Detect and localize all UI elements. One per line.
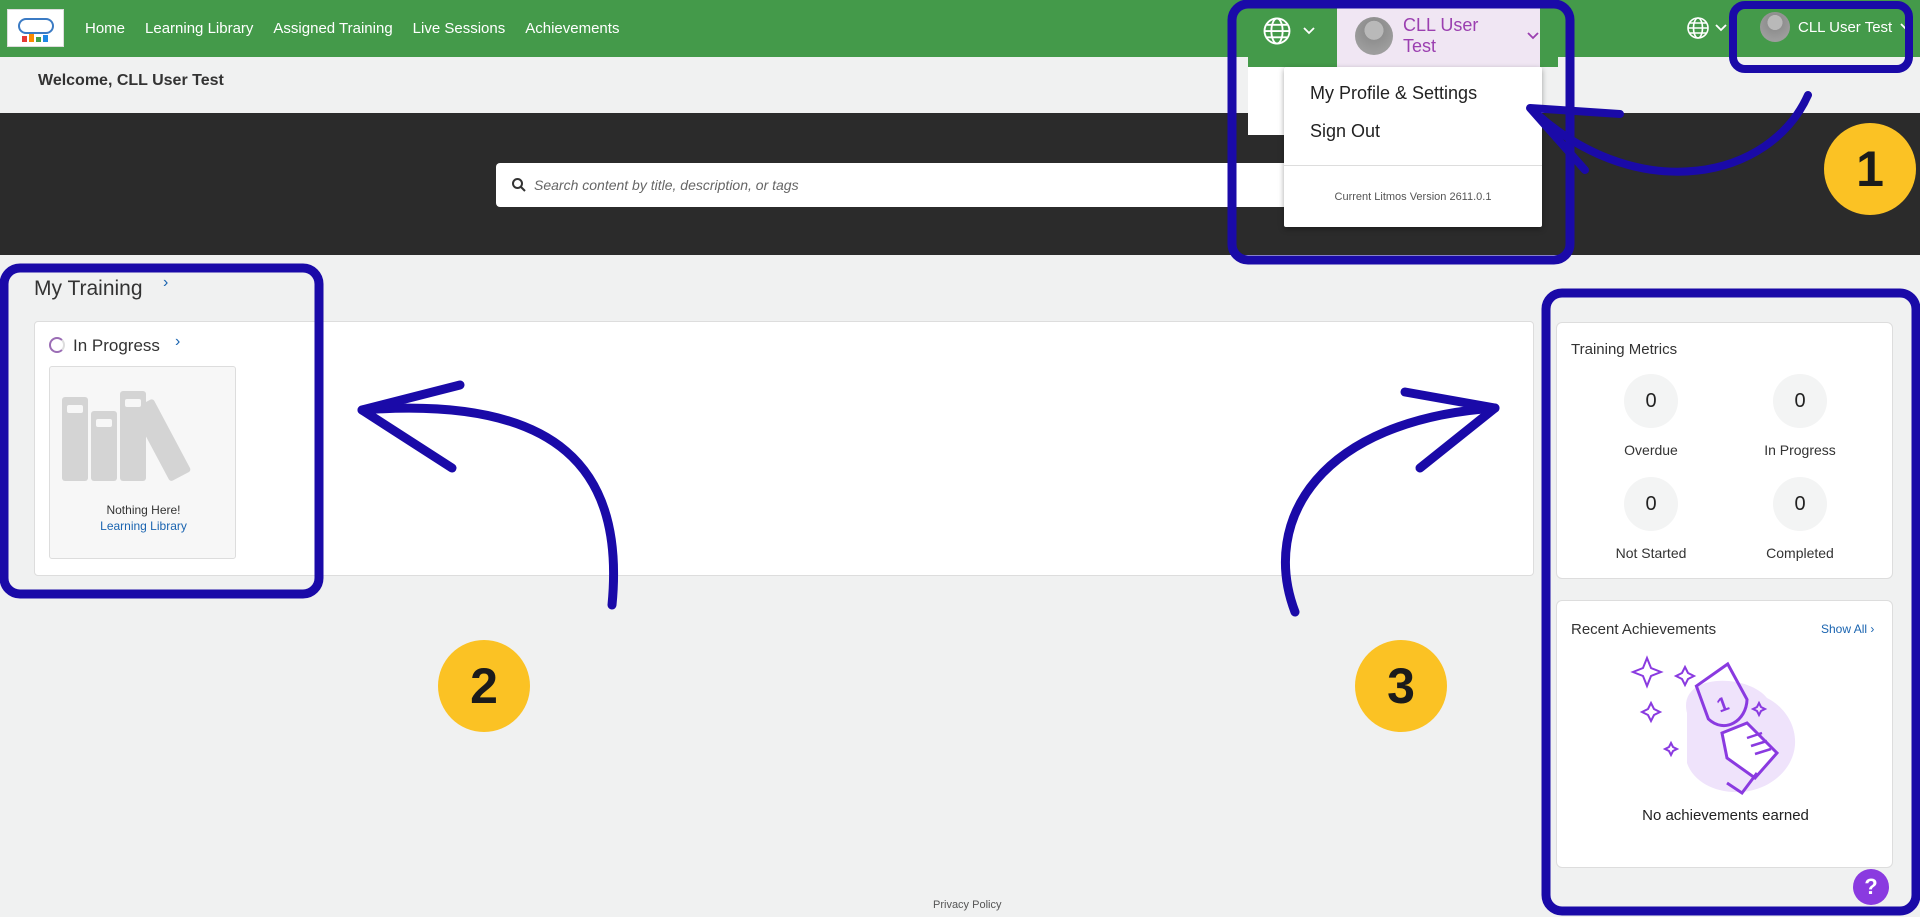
user-name: CLL User Test — [1798, 18, 1893, 36]
logo-bars — [22, 34, 52, 42]
globe-icon — [1687, 17, 1709, 39]
menu-item-profile-settings[interactable]: My Profile & Settings — [1310, 83, 1477, 104]
metric-label: In Progress — [1764, 442, 1836, 458]
globe-icon — [1263, 17, 1291, 45]
empty-state-text: Nothing Here! — [106, 503, 181, 517]
metric-completed[interactable]: 0 Completed — [1740, 477, 1860, 561]
chevron-right-icon[interactable]: › — [175, 333, 180, 351]
in-progress-icon — [49, 337, 65, 353]
nav-link-assigned-training[interactable]: Assigned Training — [273, 20, 392, 37]
show-all-link[interactable]: Show All › — [1821, 622, 1874, 636]
welcome-message: Welcome, CLL User Test — [38, 72, 224, 89]
metric-value: 0 — [1624, 477, 1678, 531]
nav-link-achievements[interactable]: Achievements — [525, 20, 619, 37]
empty-state-tile: Nothing Here! Learning Library — [49, 366, 236, 559]
menu-item-sign-out[interactable]: Sign Out — [1310, 121, 1380, 142]
metric-label: Not Started — [1615, 545, 1687, 561]
recent-achievements-card: Recent Achievements Show All › 1 No achi… — [1556, 600, 1893, 868]
metric-value: 0 — [1773, 374, 1827, 428]
show-all-label: Show All — [1821, 622, 1868, 636]
zoomed-user-menu-toggle[interactable]: CLL User Test — [1337, 5, 1540, 67]
learning-library-link[interactable]: Learning Library — [50, 519, 237, 533]
my-training-card — [34, 321, 1534, 576]
metric-label: Overdue — [1624, 442, 1678, 458]
my-training-title[interactable]: My Training — [34, 277, 143, 301]
logo-cloud-shape — [18, 18, 54, 34]
recent-achievements-title: Recent Achievements — [1571, 621, 1717, 638]
training-metrics-title: Training Metrics — [1571, 341, 1678, 358]
avatar — [1355, 17, 1393, 55]
metric-value: 0 — [1773, 477, 1827, 531]
language-selector[interactable] — [1686, 16, 1727, 40]
metric-not-started[interactable]: 0 Not Started — [1591, 477, 1711, 561]
chevron-down-icon — [1303, 27, 1315, 35]
step-badge-3: 3 — [1355, 640, 1447, 732]
metric-in-progress[interactable]: 0 In Progress — [1740, 374, 1860, 458]
books-icon — [62, 391, 191, 481]
metric-label: Completed — [1766, 545, 1834, 561]
chevron-down-icon — [1527, 32, 1539, 40]
menu-divider — [1284, 165, 1542, 166]
chevron-down-icon — [1900, 23, 1912, 31]
step-badge-1: 1 — [1824, 123, 1916, 215]
search-icon — [512, 178, 526, 192]
no-achievements-text: No achievements earned — [1642, 807, 1809, 824]
user-dropdown-menu: My Profile & Settings Sign Out Current L… — [1284, 67, 1542, 227]
main-nav: Home Learning Library Assigned Training … — [85, 0, 619, 57]
user-menu-toggle[interactable]: CLL User Test — [1760, 12, 1912, 42]
privacy-policy-link[interactable]: Privacy Policy — [933, 899, 1001, 911]
nav-link-learning-library[interactable]: Learning Library — [145, 20, 253, 37]
nav-link-home[interactable]: Home — [85, 20, 125, 37]
step-badge-2: 2 — [438, 640, 530, 732]
dropdown-backdrop — [1248, 67, 1284, 135]
training-metrics-card: Training Metrics 0 Overdue 0 In Progress… — [1556, 322, 1893, 579]
help-button[interactable]: ? — [1853, 869, 1889, 905]
chevron-right-icon[interactable]: › — [163, 274, 168, 292]
chevron-down-icon — [1715, 24, 1727, 32]
avatar — [1760, 12, 1790, 42]
top-navigation-bar: Home Learning Library Assigned Training … — [0, 0, 1920, 57]
welcome-bar: Welcome, CLL User Test — [0, 57, 1920, 113]
metric-overdue[interactable]: 0 Overdue — [1591, 374, 1711, 458]
nav-link-live-sessions[interactable]: Live Sessions — [413, 20, 506, 37]
zoomed-language-selector[interactable] — [1262, 16, 1316, 46]
metric-value: 0 — [1624, 374, 1678, 428]
company-logo[interactable] — [7, 9, 64, 47]
user-name: CLL User Test — [1402, 15, 1479, 56]
trophy-icon: 1 — [1630, 655, 1796, 796]
version-text: Current Litmos Version 2611.0.1 — [1334, 191, 1492, 203]
in-progress-label[interactable]: In Progress — [73, 336, 160, 356]
